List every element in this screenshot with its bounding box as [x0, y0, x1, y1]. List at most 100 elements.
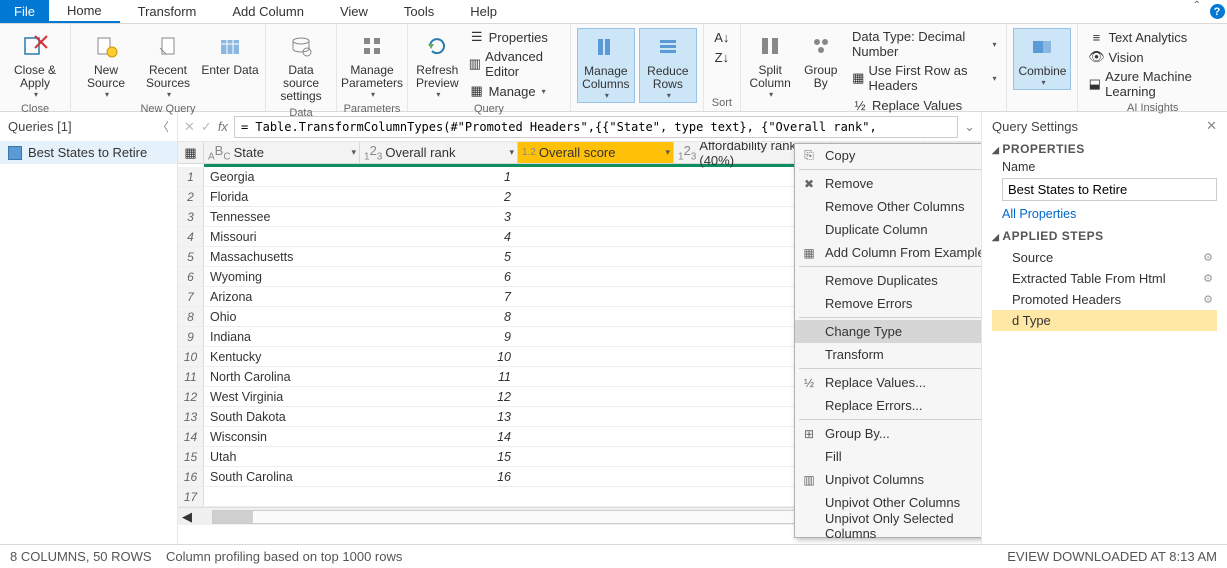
menu-help[interactable]: Help [452, 0, 515, 23]
new-source-button[interactable]: New Source [77, 28, 135, 101]
col-filter-icon[interactable]: ▾ [351, 147, 356, 158]
menu-home[interactable]: Home [49, 0, 120, 23]
ctx-item[interactable]: Fill [795, 445, 981, 468]
azure-ml-button[interactable]: ⬓Azure Machine Learning [1084, 68, 1221, 100]
ctx-item[interactable]: ⎘Copy [795, 144, 981, 167]
advanced-editor-button[interactable]: ▥Advanced Editor [465, 48, 564, 80]
cell-score [518, 387, 674, 406]
help-icon[interactable]: ? [1207, 0, 1227, 23]
row-header[interactable]: 4 [178, 227, 204, 246]
cell-score [518, 267, 674, 286]
ctx-item[interactable]: Unpivot Only Selected Columns [795, 514, 981, 537]
row-header[interactable]: 17 [178, 487, 204, 506]
ctx-item[interactable]: Remove Duplicates [795, 269, 981, 292]
text-analytics-button[interactable]: ≡Text Analytics [1084, 28, 1221, 46]
query-name-input[interactable] [1002, 178, 1217, 201]
close-icon[interactable]: ✕ [1206, 118, 1217, 134]
all-properties-link[interactable]: All Properties [1002, 207, 1217, 221]
queries-collapse-icon[interactable]: 〈 [157, 118, 169, 135]
formula-input[interactable] [234, 116, 958, 138]
ctx-item[interactable]: ½Replace Values... [795, 371, 981, 394]
cell-state: Utah [204, 447, 360, 466]
ctx-item[interactable]: Replace Errors... [795, 394, 981, 417]
ctx-item[interactable]: ▥Unpivot Columns [795, 468, 981, 491]
query-item[interactable]: Best States to Retire [0, 141, 177, 164]
col-score-header[interactable]: 1.2Overall score▾ [518, 142, 674, 163]
ctx-item[interactable]: Transform [795, 343, 981, 366]
menu-item-icon: ⊞ [801, 427, 817, 441]
vision-button[interactable]: 👁Vision [1084, 48, 1221, 66]
combine-label: Combine [1018, 65, 1066, 78]
menu-view[interactable]: View [322, 0, 386, 23]
split-column-button[interactable]: Split Column [747, 28, 794, 101]
refresh-preview-button[interactable]: Refresh Preview [414, 28, 461, 101]
ctx-item[interactable]: Change Type [795, 320, 981, 343]
formula-cancel-icon[interactable]: ✕ [184, 119, 195, 135]
row-header[interactable]: 3 [178, 207, 204, 226]
row-header[interactable]: 5 [178, 247, 204, 266]
row-header[interactable]: 1 [178, 167, 204, 186]
group-by-button[interactable]: Group By [797, 28, 844, 92]
gear-icon[interactable]: ⚙ [1203, 251, 1213, 264]
ctx-item[interactable]: ✖Remove [795, 172, 981, 195]
formula-accept-icon[interactable]: ✓ [201, 119, 212, 135]
data-source-settings-button[interactable]: Data source settings [272, 28, 330, 105]
menu-file[interactable]: File [0, 0, 49, 23]
applied-step[interactable]: Extracted Table From Html⚙ [992, 268, 1217, 289]
manage-parameters-button[interactable]: Manage Parameters [343, 28, 401, 101]
cell-score [518, 327, 674, 346]
menu-tools[interactable]: Tools [386, 0, 452, 23]
row-header[interactable]: 7 [178, 287, 204, 306]
row-header[interactable]: 11 [178, 367, 204, 386]
row-header[interactable]: 9 [178, 327, 204, 346]
ctx-item[interactable]: ⊞Group By... [795, 422, 981, 445]
cell-state: South Dakota [204, 407, 360, 426]
menu-transform[interactable]: Transform [120, 0, 215, 23]
col-rank-header[interactable]: 123Overall rank▾ [360, 142, 518, 163]
data-source-settings-label: Data source settings [272, 64, 330, 103]
combine-button[interactable]: Combine [1013, 28, 1071, 90]
reduce-rows-button[interactable]: Reduce Rows [639, 28, 697, 103]
applied-step[interactable]: Promoted Headers⚙ [992, 289, 1217, 310]
first-row-headers-button[interactable]: ▦Use First Row as Headers [848, 62, 1000, 94]
applied-step[interactable]: Source⚙ [992, 247, 1217, 268]
menu-item-icon: ▦ [801, 246, 817, 260]
cell-rank: 1 [360, 167, 518, 186]
col-filter-icon[interactable]: ▾ [665, 147, 670, 158]
sort-desc-button[interactable]: Z↓ [710, 48, 734, 66]
fx-icon[interactable]: fx [218, 119, 228, 134]
col-filter-icon[interactable]: ▾ [509, 147, 514, 158]
row-header[interactable]: 15 [178, 447, 204, 466]
row-header[interactable]: 10 [178, 347, 204, 366]
cell-rank [360, 487, 518, 506]
row-header[interactable]: 8 [178, 307, 204, 326]
close-apply-button[interactable]: Close & Apply [6, 28, 64, 101]
recent-sources-button[interactable]: Recent Sources [139, 28, 197, 101]
gear-icon[interactable]: ⚙ [1203, 272, 1213, 285]
ribbon-collapse-toggle[interactable]: ⌃ [1193, 0, 1201, 23]
menu-add-column[interactable]: Add Column [214, 0, 322, 23]
col-state-header[interactable]: ABCState▾ [204, 142, 360, 163]
formula-expand-icon[interactable]: ⌄ [964, 119, 975, 135]
manage-columns-button[interactable]: Manage Columns [577, 28, 635, 103]
properties-button[interactable]: ☰Properties [465, 28, 564, 46]
ctx-item[interactable]: Duplicate Column [795, 218, 981, 241]
row-header[interactable]: 2 [178, 187, 204, 206]
row-header[interactable]: 6 [178, 267, 204, 286]
select-all-corner[interactable]: ▦ [178, 142, 204, 163]
row-header[interactable]: 14 [178, 427, 204, 446]
ctx-item[interactable]: Remove Errors [795, 292, 981, 315]
row-header[interactable]: 13 [178, 407, 204, 426]
sort-asc-button[interactable]: A↓ [710, 28, 734, 46]
ctx-item[interactable]: ▦Add Column From Examples... [795, 241, 981, 264]
ctx-item[interactable]: Remove Other Columns [795, 195, 981, 218]
enter-data-button[interactable]: Enter Data [201, 28, 259, 79]
cell-score [518, 287, 674, 306]
gear-icon[interactable]: ⚙ [1203, 293, 1213, 306]
row-header[interactable]: 16 [178, 467, 204, 486]
cell-rank: 14 [360, 427, 518, 446]
row-header[interactable]: 12 [178, 387, 204, 406]
applied-step[interactable]: d Type [992, 310, 1217, 331]
manage-button[interactable]: ▦Manage [465, 82, 564, 100]
data-type-button[interactable]: Data Type: Decimal Number [848, 28, 1000, 60]
